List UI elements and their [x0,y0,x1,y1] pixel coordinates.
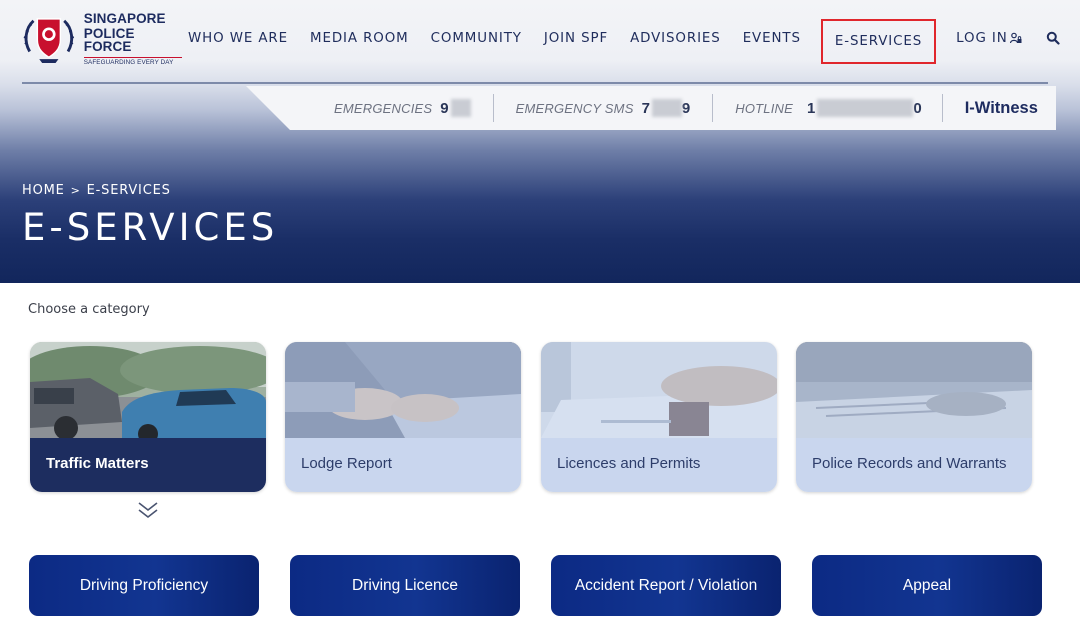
i-witness-link[interactable]: I-Witness [965,99,1038,118]
driving-licence-button[interactable]: Driving Licence [290,555,520,616]
driving-proficiency-button[interactable]: Driving Proficiency [29,555,259,616]
breadcrumb-separator: > [70,184,81,197]
emergencies-label: EMERGENCIES [334,100,433,116]
divider [492,94,494,122]
nav-join-spf[interactable]: JOIN SPF [544,31,608,46]
category-lodge-report[interactable]: Lodge Report [285,342,521,492]
category-label: Police Records and Warrants [812,455,1007,472]
emergency-sms-hotline[interactable]: EMERGENCY SMS 7 9 [515,94,691,122]
breadcrumb: HOME > E-SERVICES [22,183,171,198]
redacted-number [651,99,682,117]
search-icon[interactable] [1046,31,1060,45]
hotline-strip: EMERGENCIES 9 EMERGENCY SMS 7 9 HOTLINE … [246,86,1056,130]
sms-label: EMERGENCY SMS [515,100,634,116]
breadcrumb-home[interactable]: HOME [22,183,65,198]
category-police-records-warrants[interactable]: Police Records and Warrants [796,342,1032,492]
divider [712,94,714,122]
category-label: Lodge Report [301,455,392,472]
user-lock-icon [1009,32,1022,44]
sms-value-start: 7 [641,99,650,117]
nav-e-services[interactable]: E-SERVICES [820,18,937,64]
police-hotline[interactable]: HOTLINE 1 0 [735,94,922,122]
hotline-value-start: 1 [807,99,816,117]
redacted-number [450,99,471,117]
appeal-button[interactable]: Appeal [812,555,1042,616]
category-label: Licences and Permits [557,455,701,472]
nav-who-we-are[interactable]: WHO WE ARE [188,31,288,46]
emergencies-hotline[interactable]: EMERGENCIES 9 [334,94,471,122]
accident-report-violation-button[interactable]: Accident Report / Violation [551,555,781,616]
double-chevron-down-icon[interactable] [137,500,159,520]
nav-community[interactable]: COMMUNITY [431,31,522,46]
nav-events[interactable]: EVENTS [743,31,801,46]
logo-title-line1: SINGAPORE [83,11,166,27]
main-nav: WHO WE ARE MEDIA ROOM COMMUNITY JOIN SPF… [188,18,1060,64]
nav-advisories[interactable]: ADVISORIES [630,31,721,46]
logo-title-line2: POLICE FORCE [83,25,135,55]
hero-banner: SINGAPORE POLICE FORCE SAFEGUARDING EVER… [0,0,1080,283]
category-traffic-matters[interactable]: Traffic Matters [30,342,266,492]
redacted-number [817,99,914,117]
traffic-accident-image [30,342,266,438]
sms-value-end: 9 [681,99,691,117]
police-crest-icon [23,18,75,63]
category-licences-permits[interactable]: Licences and Permits [541,342,777,492]
logo-tagline: SAFEGUARDING EVERY DAY [83,56,182,66]
nav-log-in-label: LOG IN [956,30,1008,46]
spf-logo[interactable]: SINGAPORE POLICE FORCE SAFEGUARDING EVER… [22,12,182,66]
nav-media-room[interactable]: MEDIA ROOM [310,31,409,46]
page-title: E-SERVICES [22,206,279,249]
nav-divider [22,82,1048,84]
nav-log-in[interactable]: LOG IN [956,31,1022,46]
hotline-label: HOTLINE [735,100,793,116]
choose-category-label: Choose a category [28,302,150,317]
hotline-value-end: 0 [913,99,922,117]
divider [941,94,943,122]
category-label: Traffic Matters [46,455,149,472]
emergencies-value: 9 [440,99,449,117]
breadcrumb-current: E-SERVICES [86,183,171,198]
